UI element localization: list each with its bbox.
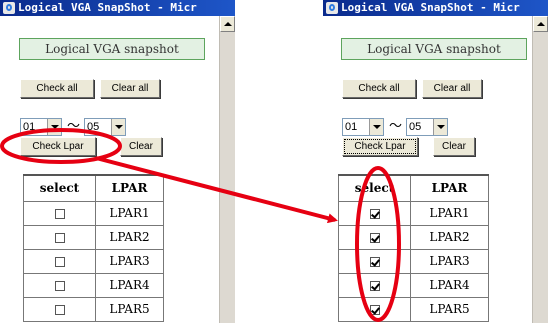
window-titlebar: Logical VGA SnapShot - Micr [323, 0, 548, 16]
range-from-select[interactable]: 01 [342, 118, 384, 136]
table-row: LPAR4 [338, 272, 489, 298]
clear-button[interactable]: Clear [433, 137, 475, 156]
select-cell [23, 200, 96, 226]
ie-icon [326, 2, 338, 14]
lpar-table: select LPAR LPAR1 LPAR2 LPAR3 LPAR4 LPAR… [23, 174, 164, 322]
range-separator: 〜 [389, 119, 403, 134]
range-to-value: 05 [409, 121, 422, 133]
checkbox-icon[interactable] [369, 280, 380, 291]
select-cell [338, 296, 411, 322]
range-from-value: 01 [345, 121, 358, 133]
table-row: LPAR2 [338, 224, 489, 250]
lpar-name: LPAR3 [410, 248, 489, 274]
column-header-select: select [23, 174, 96, 202]
check-all-button[interactable]: Check all [20, 79, 94, 98]
right-browser-window: Logical VGA SnapShot - Micr Logical VGA … [323, 0, 548, 323]
section-title: Logical VGA snapshot [341, 38, 527, 60]
select-cell [23, 224, 96, 250]
range-from-select[interactable]: 01 [20, 118, 62, 136]
checkbox-icon[interactable] [54, 280, 65, 291]
select-cell [23, 248, 96, 274]
vertical-scrollbar[interactable] [532, 16, 548, 323]
range-to-value: 05 [87, 121, 100, 133]
dropdown-arrow-icon[interactable] [369, 119, 383, 135]
table-row: LPAR4 [23, 272, 164, 298]
column-header-lpar: LPAR [410, 174, 489, 202]
select-cell [23, 272, 96, 298]
clear-all-button[interactable]: Clear all [100, 79, 160, 98]
left-browser-window: Logical VGA SnapShot - Micr Logical VGA … [0, 0, 235, 323]
dropdown-arrow-icon[interactable] [111, 119, 125, 135]
range-to-select[interactable]: 05 [84, 118, 126, 136]
select-cell [338, 224, 411, 250]
check-lpar-button[interactable]: Check Lpar [20, 137, 96, 156]
select-cell [338, 248, 411, 274]
table-row: LPAR5 [23, 296, 164, 322]
ie-icon [3, 2, 15, 14]
window-titlebar: Logical VGA SnapShot - Micr [0, 0, 235, 16]
range-separator: 〜 [67, 119, 81, 134]
checkbox-icon[interactable] [54, 256, 65, 267]
checkbox-icon[interactable] [369, 256, 380, 267]
lpar-name: LPAR3 [95, 248, 164, 274]
table-row: LPAR3 [23, 248, 164, 274]
checkbox-icon[interactable] [369, 304, 380, 315]
check-lpar-button[interactable]: Check Lpar [342, 137, 418, 156]
scroll-up-icon[interactable] [220, 16, 235, 32]
checkbox-icon[interactable] [54, 208, 65, 219]
select-cell [23, 296, 96, 322]
dropdown-arrow-icon[interactable] [433, 119, 447, 135]
checkbox-icon[interactable] [369, 208, 380, 219]
lpar-name: LPAR2 [410, 224, 489, 250]
window-title: Logical VGA SnapShot - Micr [341, 1, 520, 14]
lpar-table: select LPAR LPAR1 LPAR2 LPAR3 LPAR4 LPAR… [338, 174, 489, 322]
column-header-lpar: LPAR [95, 174, 164, 202]
clear-button[interactable]: Clear [120, 137, 162, 156]
clear-all-button[interactable]: Clear all [422, 79, 482, 98]
dropdown-arrow-icon[interactable] [47, 119, 61, 135]
checkbox-icon[interactable] [54, 232, 65, 243]
checkbox-icon[interactable] [369, 232, 380, 243]
lpar-name: LPAR2 [95, 224, 164, 250]
checkbox-icon[interactable] [54, 304, 65, 315]
lpar-name: LPAR5 [410, 296, 489, 322]
table-row: LPAR1 [23, 200, 164, 226]
check-all-button[interactable]: Check all [342, 79, 416, 98]
column-header-select: select [338, 174, 411, 202]
range-to-select[interactable]: 05 [406, 118, 448, 136]
lpar-name: LPAR1 [95, 200, 164, 226]
table-row: LPAR2 [23, 224, 164, 250]
lpar-name: LPAR4 [410, 272, 489, 298]
lpar-name: LPAR1 [410, 200, 489, 226]
table-row: LPAR5 [338, 296, 489, 322]
select-cell [338, 272, 411, 298]
section-title: Logical VGA snapshot [19, 38, 205, 60]
select-cell [338, 200, 411, 226]
lpar-name: LPAR5 [95, 296, 164, 322]
vertical-scrollbar[interactable] [219, 16, 235, 323]
range-from-value: 01 [23, 121, 36, 133]
window-title: Logical VGA SnapShot - Micr [18, 1, 197, 14]
lpar-name: LPAR4 [95, 272, 164, 298]
table-row: LPAR1 [338, 200, 489, 226]
table-row: LPAR3 [338, 248, 489, 274]
scroll-up-icon[interactable] [533, 16, 548, 32]
